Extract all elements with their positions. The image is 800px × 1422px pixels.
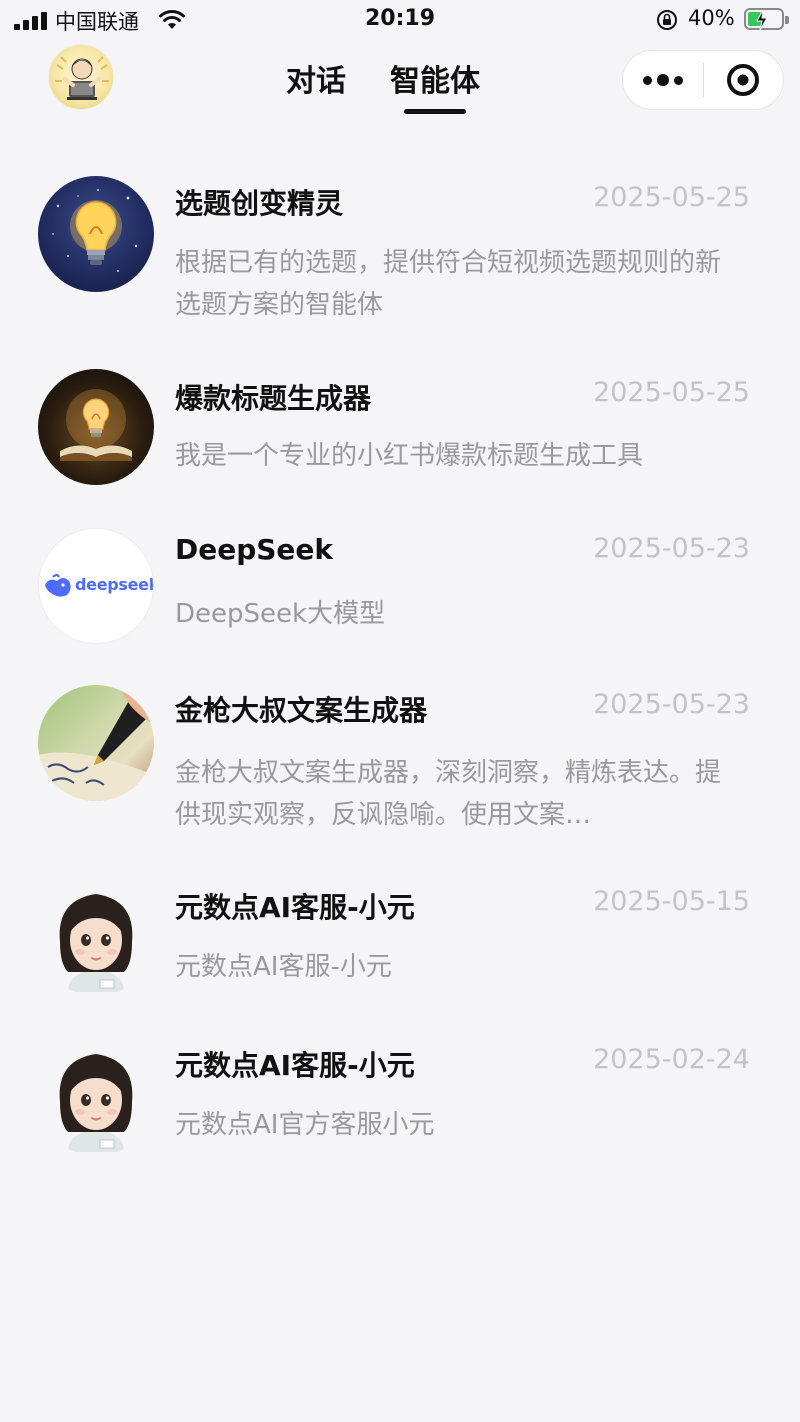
- battery-icon: [744, 8, 789, 31]
- top-tabs: 对话 智能体: [286, 56, 480, 114]
- orientation-lock-icon: [656, 9, 678, 35]
- battery-percent: 40%: [688, 6, 735, 30]
- agent-desc: 元数点AI官方客服小元: [175, 1110, 435, 1140]
- agent-desc: 根据已有的选题，提供符合短视频选题规则的新选题方案的智能体: [175, 248, 722, 320]
- agent-desc: 金枪大叔文案生成器，深刻洞察，精炼表达。提供现实观察，反讽隐喻。使用文案…: [175, 758, 722, 830]
- agent-desc: 元数点AI客服-小元: [175, 952, 392, 982]
- carrier-name: 中国联通: [55, 10, 139, 34]
- tab-agents[interactable]: 智能体: [390, 56, 480, 114]
- agent-item[interactable]: deepseek DeepSeek 2025-05-23 DeepSeek大模型: [0, 525, 800, 655]
- lightbulb-book-avatar: [38, 369, 154, 485]
- agent-date: 2025-05-15: [593, 886, 750, 917]
- more-dots-icon[interactable]: [623, 50, 703, 110]
- agent-name: 金枪大叔文案生成器: [175, 694, 428, 727]
- agent-item[interactable]: 元数点AI客服-小元 2025-05-15 元数点AI客服-小元: [0, 880, 800, 1010]
- agent-date: 2025-05-25: [593, 377, 750, 408]
- cellular-signal-icon: [14, 12, 47, 30]
- agent-item[interactable]: 元数点AI客服-小元 2025-02-24 元数点AI官方客服小元: [0, 1040, 800, 1170]
- fountain-pen-avatar: [38, 685, 154, 801]
- user-avatar[interactable]: [48, 44, 114, 110]
- girl-avatar: [38, 880, 154, 996]
- miniprogram-capsule: [622, 50, 784, 110]
- agent-name: 元数点AI客服-小元: [175, 1049, 415, 1082]
- tab-chat[interactable]: 对话: [286, 56, 346, 100]
- wifi-icon: [158, 9, 186, 35]
- agent-item[interactable]: 爆款标题生成器 2025-05-25 我是一个专业的小红书爆款标题生成工具: [0, 365, 800, 495]
- agent-date: 2025-05-25: [593, 182, 750, 213]
- agent-name: 元数点AI客服-小元: [175, 891, 415, 924]
- agent-desc: DeepSeek大模型: [175, 599, 386, 629]
- deepseek-logo-text: deepseek: [75, 575, 154, 594]
- header: 对话 智能体: [0, 40, 800, 116]
- agent-name: DeepSeek: [175, 533, 334, 566]
- agent-item[interactable]: 选题创变精灵 2025-05-25 根据已有的选题，提供符合短视频选题规则的新选…: [0, 170, 800, 340]
- agent-item[interactable]: 金枪大叔文案生成器 2025-05-23 金枪大叔文案生成器，深刻洞察，精炼表达…: [0, 683, 800, 853]
- status-bar: 中国联通 20:19 40%: [0, 0, 800, 40]
- agent-date: 2025-02-24: [593, 1044, 750, 1075]
- agent-date: 2025-05-23: [593, 689, 750, 720]
- agent-date: 2025-05-23: [593, 533, 750, 564]
- girl-avatar: [38, 1040, 154, 1156]
- lightbulb-night-avatar: [38, 176, 154, 292]
- agent-name: 选题创变精灵: [175, 187, 344, 220]
- agent-name: 爆款标题生成器: [175, 382, 372, 415]
- agent-desc: 我是一个专业的小红书爆款标题生成工具: [175, 441, 644, 471]
- target-close-icon[interactable]: [704, 50, 784, 110]
- deepseek-logo-avatar: deepseek: [38, 528, 154, 644]
